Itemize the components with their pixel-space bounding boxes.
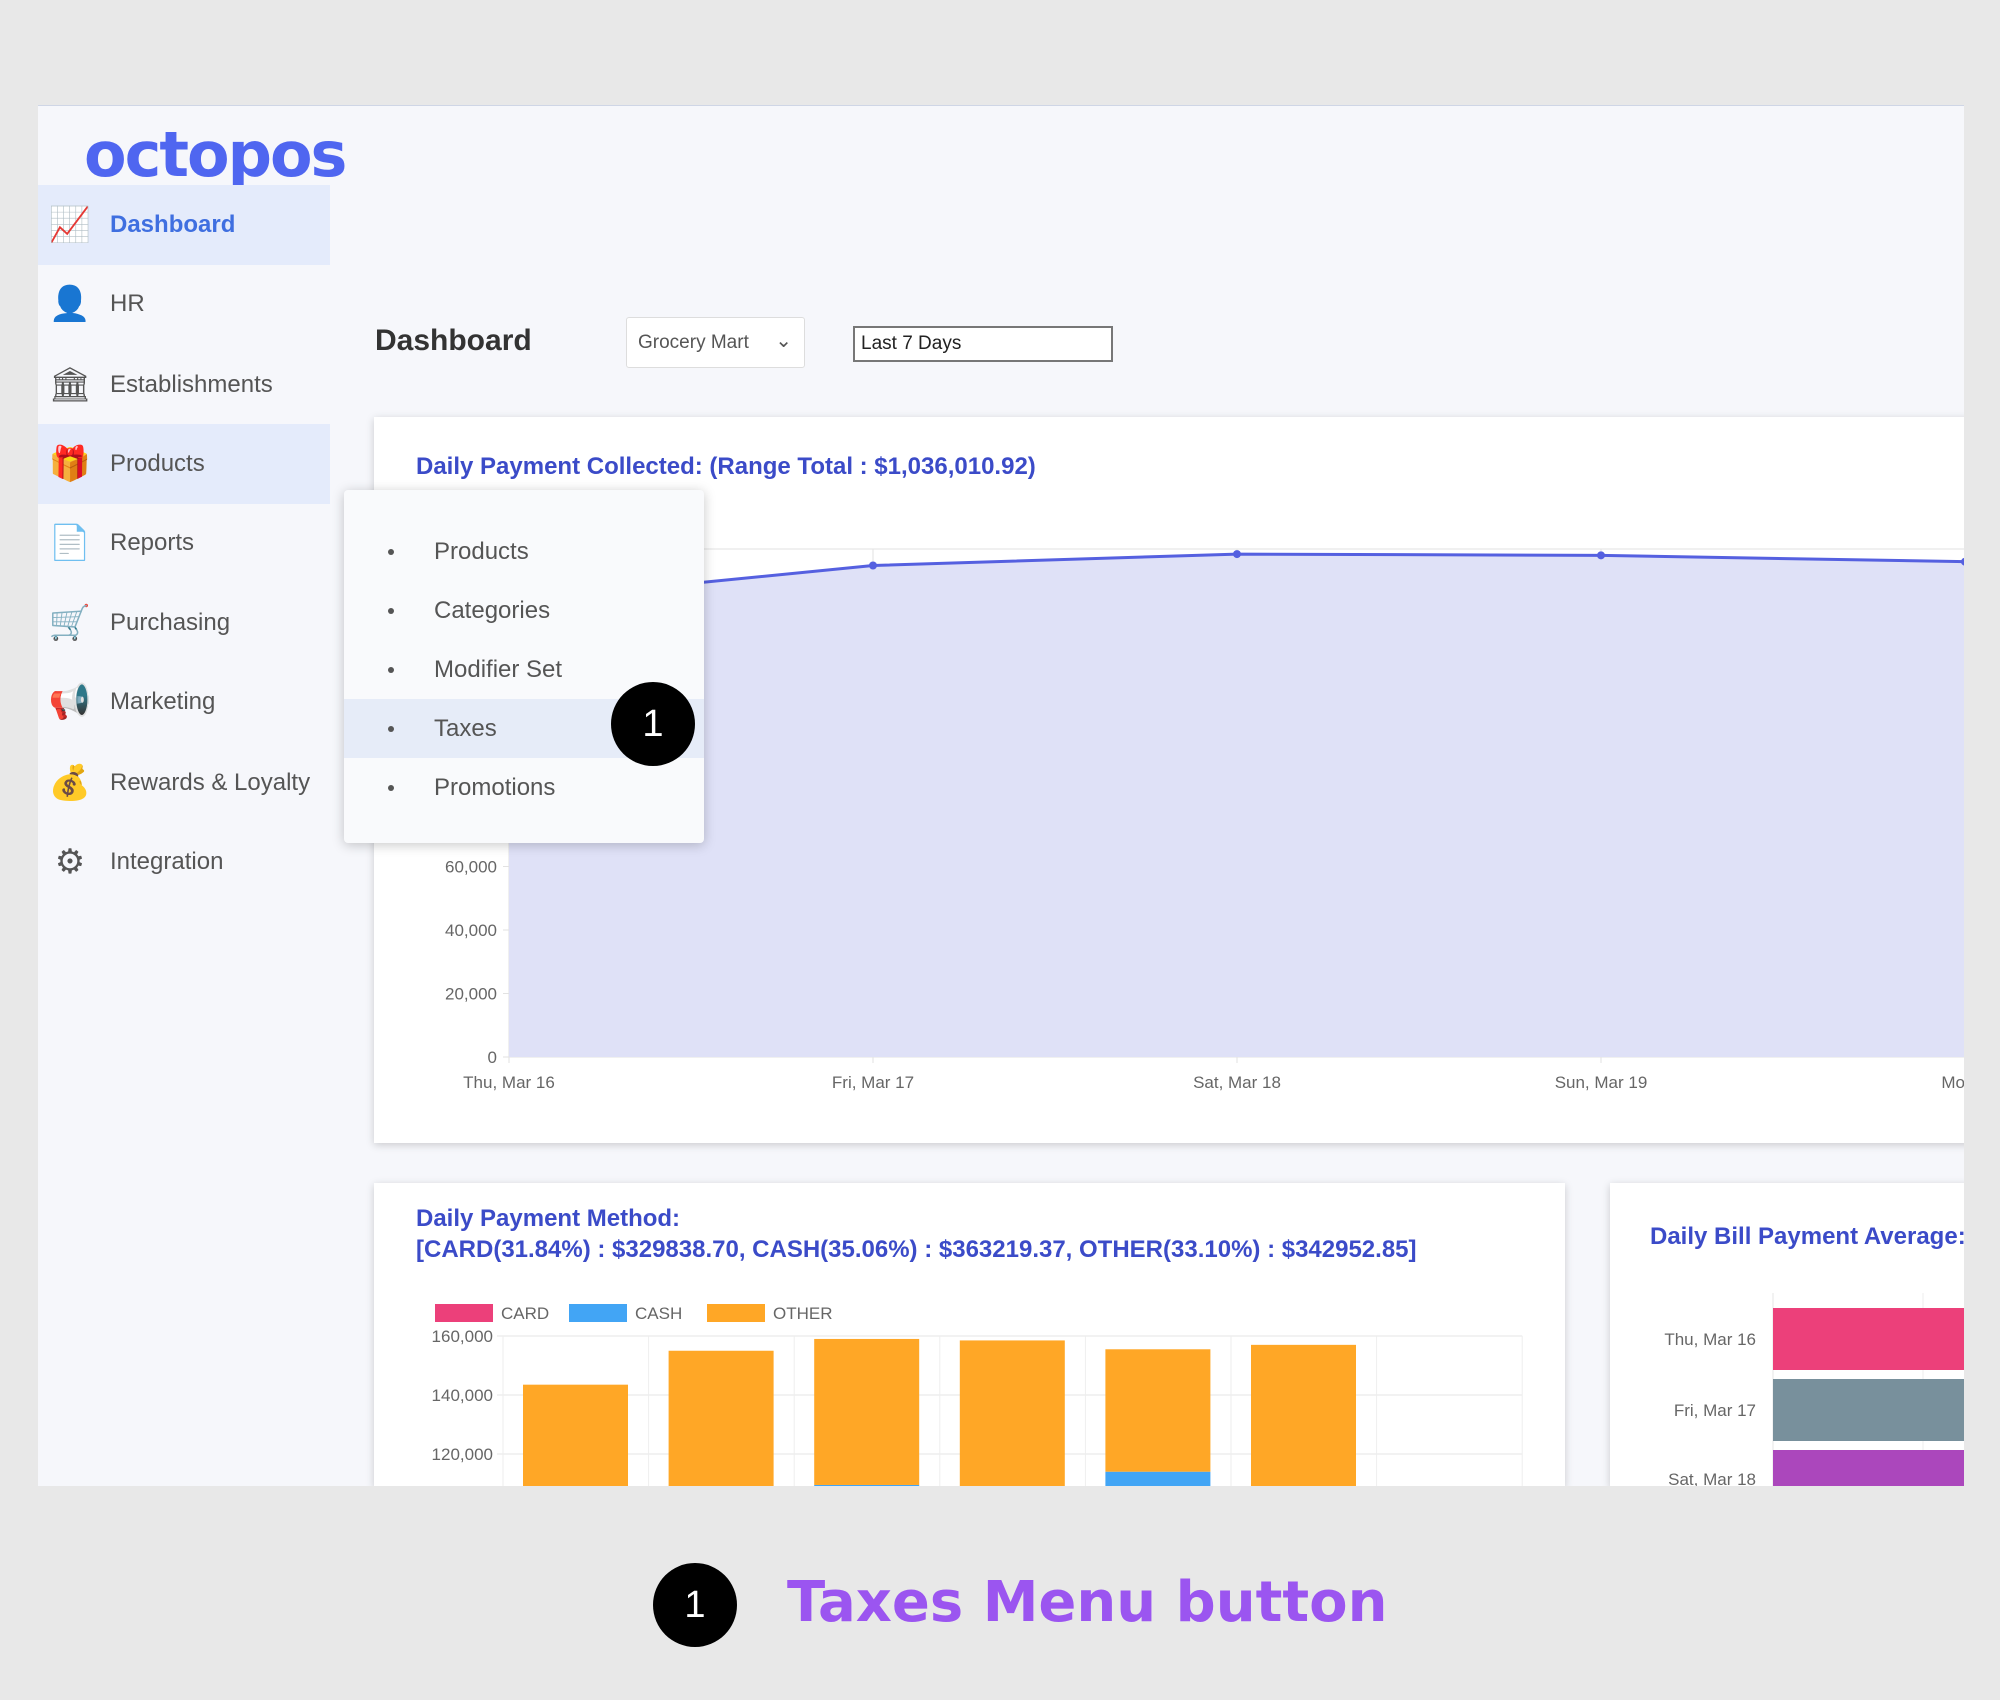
- sidebar-item-rewards-loyalty[interactable]: 💰 Rewards & Loyalty: [38, 743, 330, 823]
- data-point: [1233, 550, 1241, 559]
- y-category-label: Fri, Mar 17: [1674, 1401, 1756, 1420]
- store-select-value: Grocery Mart: [638, 331, 749, 353]
- submenu-item-label: Modifier Set: [434, 655, 563, 683]
- x-tick-label: Sun, Mar 19: [1555, 1073, 1648, 1092]
- y-tick-label: 60,000: [445, 858, 497, 877]
- bar-cash: [814, 1484, 920, 1486]
- sidebar-item-dashboard[interactable]: 📈 Dashboard: [38, 185, 330, 265]
- gift-icon: 🎁: [48, 445, 92, 483]
- payment-method-chart: 160,000 140,000 120,000 CARD CASH OTHER: [432, 1304, 1523, 1486]
- legend-label[interactable]: CARD: [501, 1304, 549, 1323]
- submenu-item-categories[interactable]: Categories: [344, 581, 704, 640]
- sidebar-item-marketing[interactable]: 📢 Marketing: [38, 662, 330, 742]
- y-tick-label: 160,000: [432, 1327, 493, 1346]
- money-bag-icon: 💰: [48, 764, 92, 802]
- products-submenu: Products Categories Modifier Set Taxes Promo…: [344, 490, 704, 843]
- sidebar-item-label: Products: [110, 450, 205, 477]
- bullet-icon: [388, 607, 394, 614]
- bill-average-bar: [1773, 1379, 1964, 1441]
- date-range-input[interactable]: [853, 326, 1113, 362]
- submenu-item-label: Promotions: [434, 773, 556, 801]
- daily-payment-method-card: Daily Payment Method: [CARD(31.84%) : $3…: [374, 1183, 1565, 1486]
- legend-swatch-card: [435, 1304, 493, 1322]
- x-tick-label: Fri, Mar 17: [832, 1073, 914, 1092]
- sidebar-item-label: Establishments: [110, 371, 273, 398]
- submenu-item-label: Categories: [434, 596, 551, 624]
- bill-average-chart: Thu, Mar 16 Fri, Mar 17 Sat, Mar 18: [1664, 1293, 1964, 1486]
- y-tick-label: 140,000: [432, 1386, 493, 1405]
- dashboard-monitor-icon: 📈: [48, 206, 92, 244]
- x-tick-label: Thu, Mar 16: [463, 1073, 555, 1092]
- submenu-item-products[interactable]: Products: [344, 522, 704, 581]
- sidebar-item-hr[interactable]: 👤 HR: [38, 264, 330, 344]
- sidebar-item-products[interactable]: 🎁 Products: [38, 424, 330, 504]
- bill-average-bar: [1773, 1450, 1964, 1486]
- submenu-item-label: Taxes: [434, 714, 497, 742]
- bar-other: [1251, 1344, 1356, 1486]
- document-icon: 📄: [48, 524, 92, 562]
- y-category-label: Thu, Mar 16: [1664, 1330, 1756, 1349]
- annotation-caption: Taxes Menu button: [787, 1570, 1388, 1635]
- x-tick-label: Sat, Mar 18: [1193, 1073, 1281, 1092]
- annotation-badge: 1: [611, 682, 695, 766]
- sidebar-item-label: Purchasing: [110, 609, 231, 636]
- legend-swatch-cash: [569, 1304, 627, 1322]
- sidebar-item-purchasing[interactable]: 🛒 Purchasing: [38, 583, 330, 663]
- bullet-icon: [388, 725, 394, 732]
- data-point: [869, 561, 877, 570]
- bar-other: [959, 1340, 1065, 1486]
- x-tick-label: Mon, I: [1941, 1073, 1964, 1092]
- bill-average-bar: [1773, 1308, 1964, 1370]
- bar-other: [814, 1338, 920, 1485]
- legend-label[interactable]: CASH: [635, 1304, 682, 1323]
- submenu-item-label: Products: [434, 537, 529, 565]
- bullet-icon: [388, 548, 394, 555]
- gear-icon: ⚙: [54, 843, 86, 881]
- person-icon: 👤: [48, 285, 92, 323]
- bar-other: [668, 1350, 774, 1486]
- chevron-down-icon: ⌄: [775, 330, 792, 352]
- sidebar-item-label: Dashboard: [110, 211, 236, 238]
- sidebar-item-reports[interactable]: 📄 Reports: [38, 503, 330, 583]
- sidebar-item-label: Marketing: [110, 688, 216, 715]
- sidebar-item-integration[interactable]: ⚙ Integration: [38, 822, 330, 902]
- bar-cash: [1105, 1471, 1211, 1486]
- sidebar-item-label: HR: [110, 290, 145, 317]
- data-point: [1597, 551, 1605, 560]
- y-tick-label: 20,000: [445, 985, 497, 1004]
- sidebar-item-label: Reports: [110, 529, 195, 556]
- sidebar-item-label: Rewards & Loyalty: [110, 769, 311, 796]
- legend-swatch-other: [707, 1304, 765, 1322]
- y-tick-label: 40,000: [445, 921, 497, 940]
- legend-label[interactable]: OTHER: [773, 1304, 833, 1323]
- bank-building-icon: 🏛: [48, 366, 92, 404]
- app-window: octopos 📈 Dashboard 👤 HR 🏛 Establishments 🎁 Pro…: [38, 105, 1964, 1486]
- submenu-item-promotions[interactable]: Promotions: [344, 758, 704, 817]
- bullet-icon: [388, 784, 394, 791]
- sidebar-item-label: Integration: [110, 848, 224, 875]
- bullet-icon: [388, 666, 394, 673]
- store-select[interactable]: Grocery Mart ⌄: [626, 317, 805, 368]
- octopos-logo[interactable]: octopos: [84, 118, 347, 191]
- megaphone-icon: 📢: [48, 683, 92, 721]
- caption-badge: 1: [653, 1563, 737, 1647]
- bar-other: [523, 1384, 628, 1486]
- bar-other: [1105, 1349, 1211, 1472]
- page-title: Dashboard: [375, 324, 532, 357]
- area-fill: [509, 554, 1964, 1057]
- y-tick-label: 0: [488, 1048, 497, 1067]
- cart-icon: 🛒: [48, 604, 92, 642]
- sidebar-item-establishments[interactable]: 🏛 Establishments: [38, 345, 330, 425]
- y-category-label: Sat, Mar 18: [1668, 1470, 1756, 1486]
- y-tick-label: 120,000: [432, 1445, 493, 1464]
- daily-bill-average-card: Daily Bill Payment Average: ( Thu, Mar 1…: [1610, 1183, 1964, 1486]
